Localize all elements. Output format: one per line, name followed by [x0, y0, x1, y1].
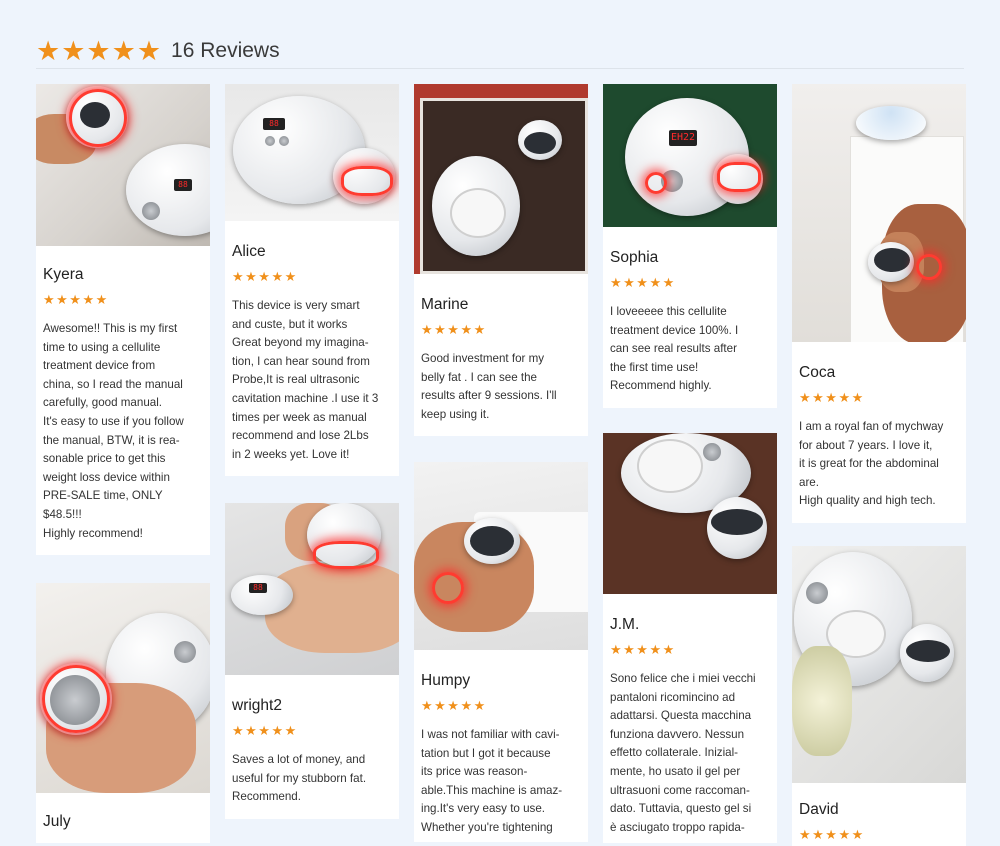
review-photo[interactable] [36, 583, 210, 793]
review-card-david: David ★★★★★ [792, 546, 966, 846]
review-photo[interactable] [414, 462, 588, 650]
reviewer-name: David [799, 801, 839, 818]
reviewer-name: Coca [799, 364, 836, 381]
review-card-jm: J.M. ★★★★★ Sono felice che i miei vecchi… [603, 433, 777, 843]
review-photo[interactable]: 88 [36, 84, 210, 246]
review-text: Awesome!! This is my first time to using… [43, 322, 184, 540]
review-photo[interactable] [603, 433, 777, 594]
reviewer-name: wright2 [232, 697, 282, 714]
rating-stars: ★★★★★ [36, 35, 163, 66]
review-text: This device is very smart and custe, but… [232, 299, 379, 461]
review-photo[interactable] [792, 84, 966, 342]
review-stars: ★★★★★ [421, 322, 487, 337]
reviewer-name: July [43, 813, 71, 830]
review-photo[interactable]: 88 [225, 503, 399, 675]
header-divider [36, 68, 964, 69]
reviewer-name: Sophia [610, 249, 659, 266]
reviewer-name: Humpy [421, 672, 471, 689]
review-stars: ★★★★★ [799, 390, 865, 405]
review-photo[interactable]: EH22 [603, 84, 777, 227]
review-text: I was not familiar with cavi- tation but… [421, 728, 563, 834]
review-stars: ★★★★★ [610, 642, 676, 657]
review-text: I loveeeee this cellulite treatment devi… [610, 305, 739, 393]
review-text: I am a royal fan of mychway for about 7 … [799, 420, 944, 508]
review-text: Saves a lot of money, and useful for my … [232, 753, 367, 804]
review-card-coca: Coca ★★★★★ I am a royal fan of mychway f… [792, 84, 966, 523]
review-card-wright2: 88 wright2 ★★★★★ Saves a lot of money, a… [225, 503, 399, 819]
review-photo[interactable] [414, 84, 588, 274]
review-stars: ★★★★★ [799, 827, 865, 842]
review-card-humpy: Humpy ★★★★★ I was not familiar with cavi… [414, 462, 588, 842]
review-text: Good investment for my belly fat . I can… [421, 352, 557, 421]
review-photo[interactable]: 88 [225, 84, 399, 221]
review-stars: ★★★★★ [610, 275, 676, 290]
reviews-header: ★★★★★ 16 Reviews [36, 36, 280, 66]
reviews-count-title: 16 Reviews [171, 39, 280, 62]
review-text: Sono felice che i miei vecchi pantaloni … [610, 672, 756, 834]
review-stars: ★★★★★ [43, 292, 109, 307]
review-stars: ★★★★★ [232, 269, 298, 284]
review-card-alice: 88 Alice ★★★★★ This device is very smart… [225, 84, 399, 477]
review-card-kyera: 88 Kyera ★★★★★ Awesome!! This is my firs… [36, 84, 210, 556]
reviewer-name: Kyera [43, 266, 84, 283]
review-card-july: July [36, 583, 210, 843]
review-card-sophia: EH22 Sophia ★★★★★ I loveeeee this cellul… [603, 84, 777, 408]
review-photo[interactable] [792, 546, 966, 783]
review-stars: ★★★★★ [421, 698, 487, 713]
reviewer-name: Alice [232, 243, 266, 260]
review-card-marine: Marine ★★★★★ Good investment for my bell… [414, 84, 588, 437]
reviewer-name: J.M. [610, 616, 640, 633]
reviewer-name: Marine [421, 296, 469, 313]
review-stars: ★★★★★ [232, 723, 298, 738]
